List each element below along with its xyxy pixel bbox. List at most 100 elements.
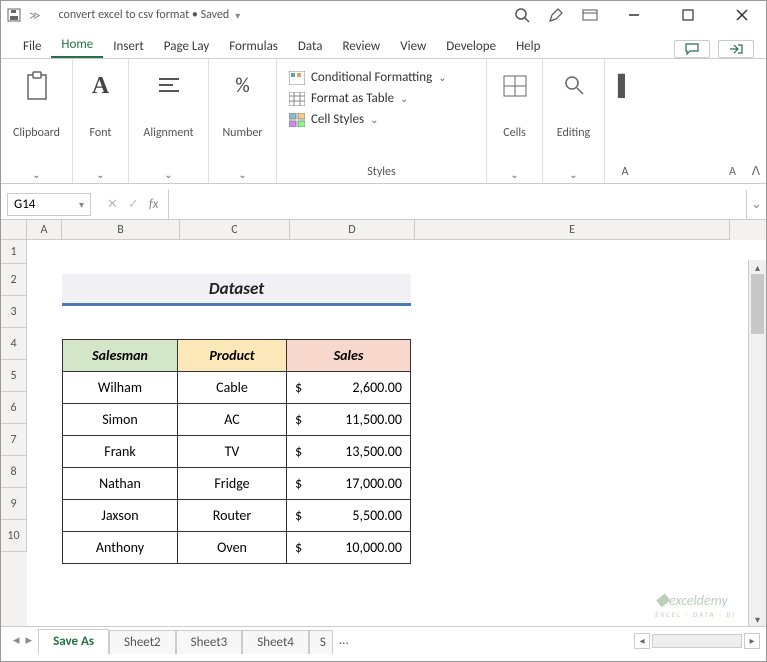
- expand-formula-icon[interactable]: ⌄: [746, 190, 766, 219]
- formula-input[interactable]: [168, 190, 746, 219]
- scroll-track[interactable]: [652, 634, 742, 648]
- chevron-down-icon[interactable]: ▾: [79, 198, 84, 211]
- col-header-e[interactable]: E: [415, 220, 730, 240]
- search-icon[interactable]: [514, 7, 530, 23]
- chevron-down-icon[interactable]: ⌄: [96, 168, 104, 181]
- comments-button[interactable]: [674, 40, 710, 58]
- cell[interactable]: $2,600.00: [287, 372, 411, 404]
- sheet-tab-sheet4[interactable]: Sheet4: [242, 630, 309, 654]
- cell[interactable]: Frank: [63, 436, 178, 468]
- close-button[interactable]: [724, 3, 760, 27]
- cell[interactable]: Fridge: [178, 468, 287, 500]
- tab-file[interactable]: File: [13, 33, 51, 58]
- cell[interactable]: $17,000.00: [287, 468, 411, 500]
- select-all-button[interactable]: [1, 220, 27, 240]
- cell[interactable]: AC: [178, 404, 287, 436]
- sheet-tab-saveas[interactable]: Save As: [38, 629, 109, 655]
- scroll-up-icon[interactable]: ▴: [749, 260, 766, 274]
- window-icon[interactable]: [582, 7, 598, 23]
- row-header[interactable]: 9: [1, 488, 27, 520]
- share-button[interactable]: [718, 40, 754, 58]
- collapse-ribbon-icon[interactable]: ᐱ: [752, 164, 760, 179]
- row-header[interactable]: 7: [1, 424, 27, 456]
- row-header[interactable]: 5: [1, 360, 27, 392]
- sheet-tab-sheet3[interactable]: Sheet3: [176, 630, 243, 654]
- row-header[interactable]: 10: [1, 520, 27, 552]
- row-header[interactable]: 1: [1, 240, 27, 264]
- cell-area[interactable]: Dataset Salesman Product Sales WilhamCab…: [27, 240, 766, 626]
- cells-icon[interactable]: [503, 71, 527, 101]
- tab-review[interactable]: Review: [332, 33, 390, 58]
- scroll-down-icon[interactable]: ▾: [749, 612, 766, 626]
- sheet-tab-sheet2[interactable]: Sheet2: [109, 630, 176, 654]
- row-header[interactable]: 3: [1, 296, 27, 328]
- alignment-icon[interactable]: [157, 71, 181, 101]
- prev-sheet-icon[interactable]: ◂: [13, 633, 20, 648]
- col-header-c[interactable]: C: [180, 220, 290, 240]
- col-header-a[interactable]: A: [27, 220, 62, 240]
- font-icon[interactable]: A: [92, 71, 109, 101]
- tab-data[interactable]: Data: [288, 33, 333, 58]
- chevron-down-icon[interactable]: ⌄: [238, 168, 246, 181]
- tab-help[interactable]: Help: [506, 33, 550, 58]
- chevron-down-icon[interactable]: ⌄: [510, 168, 518, 181]
- vertical-scrollbar[interactable]: ▴ ▾: [748, 260, 766, 626]
- chevron-down-icon[interactable]: ⌄: [164, 168, 172, 181]
- cell[interactable]: Cable: [178, 372, 287, 404]
- cell[interactable]: Anthony: [63, 532, 178, 564]
- save-icon[interactable]: [7, 8, 21, 22]
- header-product[interactable]: Product: [178, 340, 287, 372]
- tab-insert[interactable]: Insert: [103, 33, 154, 58]
- chevron-right-icon[interactable]: ≫: [29, 9, 41, 22]
- tab-formulas[interactable]: Formulas: [219, 33, 288, 58]
- chevron-down-icon[interactable]: ⌄: [569, 168, 577, 181]
- chevron-down-icon[interactable]: ⌄: [32, 168, 40, 181]
- name-box[interactable]: G14 ▾: [7, 193, 91, 216]
- col-header-d[interactable]: D: [290, 220, 415, 240]
- cell-styles-button[interactable]: Cell Styles ⌄: [289, 109, 474, 130]
- next-sheet-icon[interactable]: ▸: [26, 633, 33, 648]
- tab-view[interactable]: View: [390, 33, 436, 58]
- col-header-b[interactable]: B: [62, 220, 180, 240]
- tab-home[interactable]: Home: [51, 31, 103, 58]
- cell[interactable]: Nathan: [63, 468, 178, 500]
- scroll-left-icon[interactable]: ◂: [634, 633, 650, 649]
- number-icon[interactable]: %: [235, 71, 249, 101]
- row-header[interactable]: 8: [1, 456, 27, 488]
- format-as-table-button[interactable]: Format as Table ⌄: [289, 88, 474, 109]
- dataset-title-cell[interactable]: Dataset: [62, 274, 411, 306]
- editing-icon[interactable]: [564, 71, 584, 101]
- cell[interactable]: $10,000.00: [287, 532, 411, 564]
- cell[interactable]: TV: [178, 436, 287, 468]
- header-salesman[interactable]: Salesman: [63, 340, 178, 372]
- more-sheets-icon[interactable]: ...: [333, 633, 355, 648]
- tab-pagelayout[interactable]: Page Lay: [154, 33, 219, 58]
- row-header[interactable]: 4: [1, 328, 27, 360]
- cell[interactable]: Router: [178, 500, 287, 532]
- truncated-icon[interactable]: ▌: [618, 71, 632, 101]
- cancel-icon[interactable]: ✕: [107, 197, 118, 212]
- cell[interactable]: $11,500.00: [287, 404, 411, 436]
- cell[interactable]: Wilham: [63, 372, 178, 404]
- tab-developer[interactable]: Develope: [436, 33, 506, 58]
- header-sales[interactable]: Sales: [287, 340, 411, 372]
- enter-icon[interactable]: ✓: [128, 197, 139, 212]
- maximize-button[interactable]: [670, 3, 706, 27]
- cell[interactable]: $13,500.00: [287, 436, 411, 468]
- horizontal-scrollbar[interactable]: ◂ ▸: [634, 633, 760, 649]
- clipboard-icon[interactable]: [24, 71, 50, 101]
- cell[interactable]: $5,500.00: [287, 500, 411, 532]
- cell[interactable]: Simon: [63, 404, 178, 436]
- minimize-button[interactable]: [616, 3, 652, 27]
- scroll-right-icon[interactable]: ▸: [744, 633, 760, 649]
- conditional-formatting-button[interactable]: Conditional Formatting ⌄: [289, 67, 474, 88]
- fx-label[interactable]: fx: [149, 197, 159, 212]
- title-dropdown-icon[interactable]: ▾: [235, 9, 240, 22]
- pen-icon[interactable]: [548, 7, 564, 23]
- row-header[interactable]: 2: [1, 264, 27, 296]
- scroll-thumb[interactable]: [751, 274, 764, 334]
- row-header[interactable]: 6: [1, 392, 27, 424]
- cell[interactable]: Jaxson: [63, 500, 178, 532]
- sheet-tab-overflow[interactable]: S: [309, 630, 333, 654]
- cell[interactable]: Oven: [178, 532, 287, 564]
